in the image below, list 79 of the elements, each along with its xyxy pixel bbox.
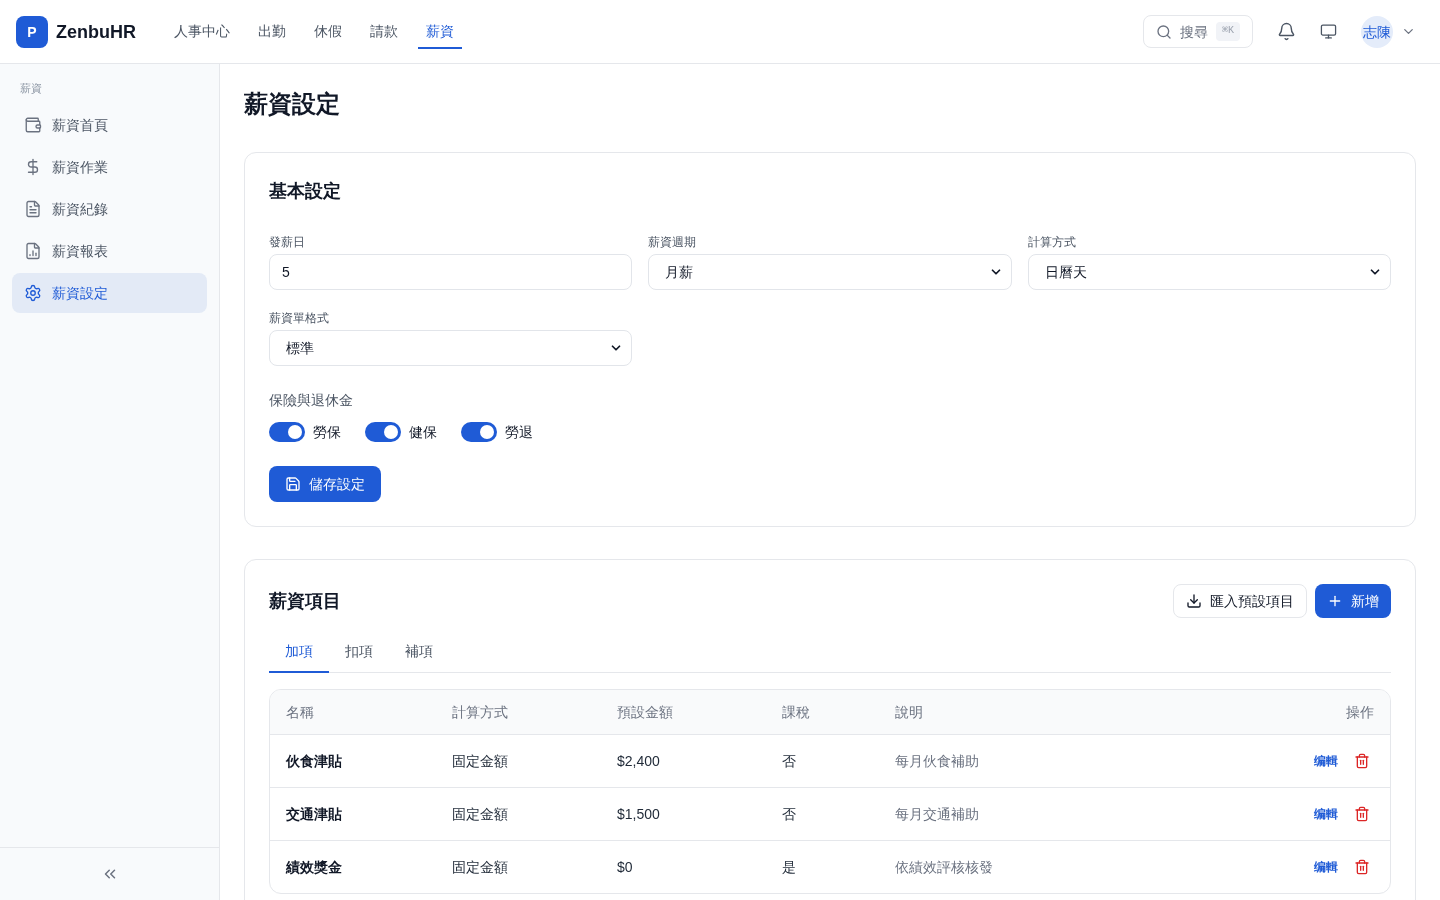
trash-icon <box>1354 753 1370 769</box>
bell-icon <box>1277 22 1296 41</box>
column-header: 預設金額 <box>617 703 673 722</box>
chart-document-icon <box>24 241 42 260</box>
logo-tile: P <box>16 15 48 48</box>
table-cell-text: 每月交通補助 <box>895 805 979 824</box>
import-button[interactable]: 匯入預設項目 <box>1173 584 1307 618</box>
sidebar-item[interactable]: 薪資作業 <box>12 146 207 187</box>
edit-link[interactable]: 编輯 <box>1314 753 1338 769</box>
table-cell-text: 固定金額 <box>452 805 508 824</box>
toggle-label: 健保 <box>409 423 437 442</box>
user-menu-button[interactable]: 志陳 <box>1361 15 1424 48</box>
field-label: 發薪日 <box>269 234 306 250</box>
field-label: 計算方式 <box>1027 234 1077 250</box>
table-cell-text: $2,400 <box>617 752 660 771</box>
section-label: 保險與退休金 <box>269 391 354 410</box>
table-cell-text: 否 <box>782 752 796 771</box>
column-header: 課稅 <box>782 703 810 722</box>
select-field[interactable]: 標準 <box>269 330 633 366</box>
search-icon <box>1155 23 1172 40</box>
shortcut-key: ⌘K <box>1215 22 1240 41</box>
column-header: 操作 <box>1346 703 1374 722</box>
item-name: 交通津貼 <box>286 805 342 824</box>
nav-link[interactable]: 請款 <box>362 14 406 49</box>
toggle-switch[interactable] <box>365 422 401 442</box>
column-header: 名稱 <box>286 703 314 722</box>
sidebar-item[interactable]: 薪資首頁 <box>12 104 207 145</box>
add-button[interactable]: 新增 <box>1315 584 1391 618</box>
table-cell-text: 是 <box>782 858 796 877</box>
column-header: 計算方式 <box>452 703 508 722</box>
table-cell-text: 固定金額 <box>452 752 508 771</box>
table-cell-text: 依績效評核核發 <box>895 858 993 877</box>
sidebar-item[interactable]: 薪資紀錄 <box>12 188 207 229</box>
tab[interactable]: 加項 <box>269 631 329 673</box>
toggle-switch[interactable] <box>461 422 497 442</box>
toggle-label: 勞保 <box>313 423 341 442</box>
plus-icon <box>1327 593 1343 609</box>
nav-link[interactable]: 休假 <box>306 14 350 49</box>
card-title: 基本設定 <box>269 180 342 203</box>
wallet-icon <box>24 115 42 134</box>
table-cell-text: 每月伙食補助 <box>895 752 979 771</box>
nav-link[interactable]: 人事中心 <box>166 14 238 49</box>
input-field[interactable]: 5 <box>269 254 633 290</box>
table-cell-text: 固定金額 <box>452 858 508 877</box>
field-label: 薪資單格式 <box>269 310 330 326</box>
gear-icon <box>24 283 42 302</box>
table-cell-text: $0 <box>617 858 633 877</box>
select-field[interactable]: 日曆天 <box>1027 254 1391 290</box>
document-icon <box>24 199 42 218</box>
search-button[interactable]: 搜尋 ⌘K <box>1142 15 1253 48</box>
download-icon <box>1186 593 1202 609</box>
monitor-icon <box>1320 23 1337 40</box>
save-icon <box>285 476 301 492</box>
table-cell-text: 否 <box>782 805 796 824</box>
item-name: 伙食津貼 <box>286 752 342 771</box>
edit-link[interactable]: 编輯 <box>1314 806 1338 822</box>
field-label: 薪資週期 <box>648 234 698 250</box>
save-button[interactable]: 儲存設定 <box>269 466 381 502</box>
nav-link[interactable]: 薪資 <box>418 14 462 49</box>
sidebar-item[interactable]: 薪資設定 <box>12 272 207 313</box>
table-cell-text: $1,500 <box>617 805 660 824</box>
toggle-switch[interactable] <box>269 422 305 442</box>
search-label: 搜尋 <box>1179 22 1208 42</box>
user-avatar: 志陳 <box>1361 15 1393 48</box>
sidebar-section-title: 薪資 <box>19 81 43 96</box>
tab[interactable]: 補項 <box>389 631 449 673</box>
trash-icon <box>1354 806 1370 822</box>
toggle-label: 勞退 <box>505 423 533 442</box>
nav-link[interactable]: 出勤 <box>250 14 294 49</box>
page-title: 薪資設定 <box>244 89 341 119</box>
tab[interactable]: 扣項 <box>329 631 389 673</box>
item-name: 績效獎金 <box>286 858 342 877</box>
column-header: 說明 <box>895 703 923 722</box>
sidebar-item[interactable]: 薪資報表 <box>12 230 207 271</box>
edit-link[interactable]: 编輯 <box>1314 859 1338 875</box>
brand-name: ZenbuHR <box>56 20 136 44</box>
select-field[interactable]: 月薪 <box>648 254 1012 290</box>
trash-icon <box>1354 859 1370 875</box>
card-title: 薪資項目 <box>269 590 341 613</box>
